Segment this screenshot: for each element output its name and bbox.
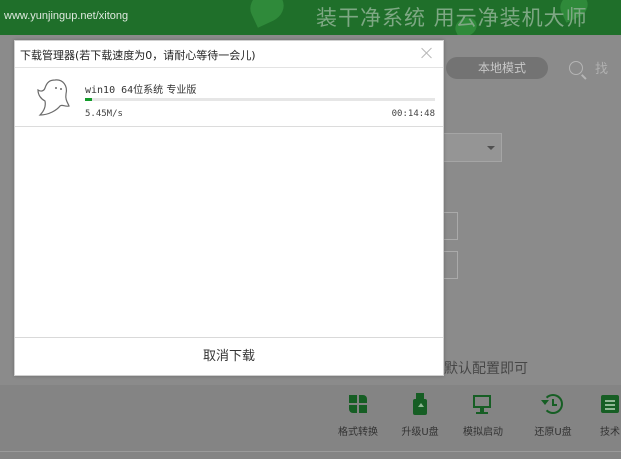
download-speed: 5.45M/s — [85, 109, 123, 119]
usb-upgrade-button[interactable]: 升级U盘 — [390, 392, 450, 438]
restore-usb-button[interactable]: 还原U盘 — [523, 392, 583, 438]
close-icon[interactable] — [421, 47, 433, 59]
divider — [0, 451, 621, 452]
download-item: win10 64位系统 专业版 5.45M/s 00:14:48 — [15, 68, 443, 127]
site-url: www.yunjingup.net/xitong — [4, 10, 129, 22]
tool-label: 格式转换 — [338, 427, 378, 438]
dialog-title: 下载管理器(若下载速度为0，请耐心等待一会儿) — [20, 49, 256, 62]
usb-upgrade-icon — [408, 392, 432, 416]
remaining-time: 00:14:48 — [391, 109, 435, 119]
restore-clock-icon — [541, 392, 565, 416]
tool-label: 升级U盘 — [401, 427, 439, 438]
download-manager-dialog: 下载管理器(若下载速度为0，请耐心等待一会儿) win10 64位系统 专业版 … — [14, 40, 444, 376]
dialog-footer: 取消下载 — [15, 337, 443, 375]
tool-label: 模拟启动 — [463, 427, 503, 438]
format-convert-icon — [346, 392, 370, 416]
simulate-boot-button[interactable]: 模拟启动 — [453, 392, 513, 438]
leaf-decoration — [245, 0, 289, 28]
cancel-download-button[interactable]: 取消下载 — [15, 338, 443, 375]
tech-doc-icon — [598, 392, 621, 416]
download-progress-fill — [85, 98, 92, 101]
download-file-name: win10 64位系统 专业版 — [85, 81, 196, 96]
app-header: www.yunjingup.net/xitong 装干净系统 用云净装机大师 — [0, 0, 621, 40]
local-mode-button[interactable]: 本地模式 — [446, 57, 548, 79]
format-convert-button[interactable]: 格式转换 — [328, 392, 388, 438]
tech-button[interactable]: 技术 — [580, 392, 621, 438]
file-name-suffix: 位系统 专业版 — [133, 85, 197, 96]
download-progress-bar — [85, 98, 435, 101]
ghost-icon — [37, 79, 70, 116]
app-slogan: 装干净系统 用云净装机大师 — [316, 6, 588, 30]
tool-label: 技术 — [600, 427, 620, 438]
dialog-titlebar[interactable]: 下载管理器(若下载速度为0，请耐心等待一会儿) — [15, 41, 443, 68]
config-hint: 默认配置即可 — [444, 361, 528, 377]
search-label[interactable]: 找 — [595, 58, 608, 77]
file-name-prefix: win10 64 — [85, 85, 134, 96]
chevron-down-icon — [487, 146, 495, 150]
search-icon[interactable] — [569, 61, 583, 75]
tool-label: 还原U盘 — [534, 427, 572, 438]
monitor-icon — [471, 392, 495, 416]
